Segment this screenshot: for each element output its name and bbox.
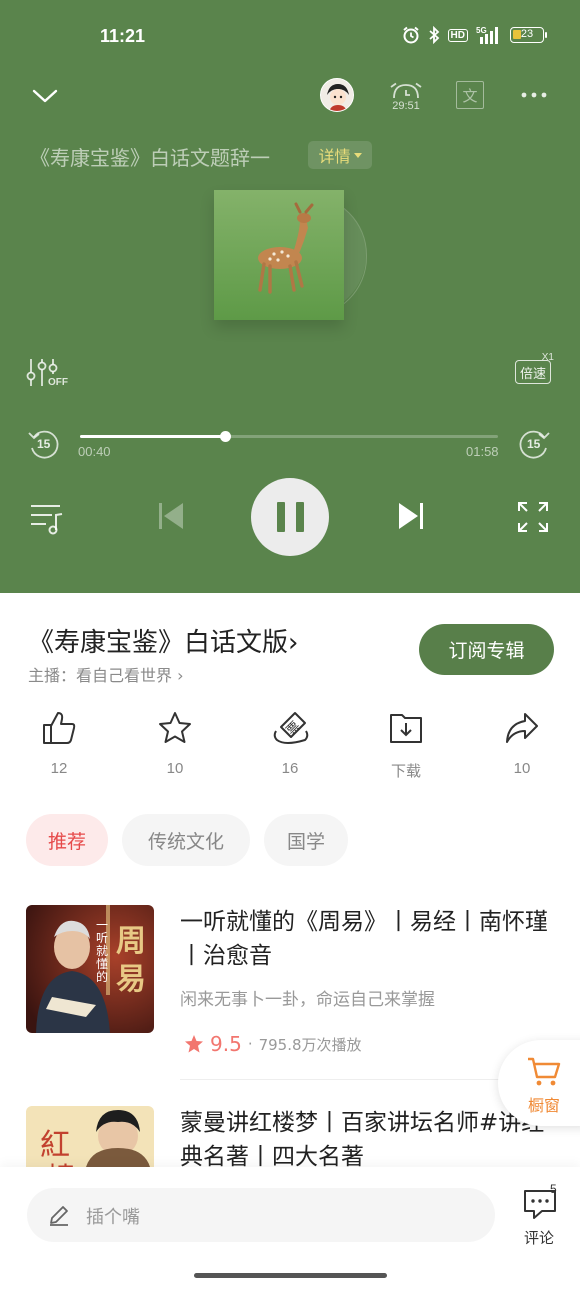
host-prefix: 主播： xyxy=(28,666,77,685)
cart-icon xyxy=(528,1057,561,1086)
rewind-seconds: 15 xyxy=(37,437,51,451)
thumbs-up-icon xyxy=(43,712,76,744)
progress-knob[interactable] xyxy=(219,431,231,442)
svg-text:5G: 5G xyxy=(476,26,487,35)
eq-off-label: OFF xyxy=(48,377,68,388)
comments-label: 评论 xyxy=(524,1229,555,1247)
battery-icon: 23 xyxy=(510,27,547,43)
more-button[interactable] xyxy=(518,84,550,106)
translate-icon: 文 xyxy=(462,86,478,105)
comment-input[interactable]: 插个嘴 xyxy=(27,1188,495,1242)
favorite-button[interactable]: 10 xyxy=(140,710,210,782)
item-plays: 795.8万次播放 xyxy=(258,1035,362,1054)
hd-badge: HD xyxy=(447,28,468,42)
deer-cover-image xyxy=(214,190,344,320)
cover-title: 周易 xyxy=(116,924,146,997)
download-label: 下载 xyxy=(390,763,421,780)
like-count: 12 xyxy=(50,760,68,777)
host-link[interactable]: 主播：看自己看世界 › xyxy=(28,662,184,686)
download-button[interactable]: 下载 xyxy=(371,710,441,782)
showcase-button[interactable]: 橱窗 xyxy=(498,1040,580,1126)
ticket-button[interactable]: 票 16 xyxy=(255,710,325,782)
share-button[interactable]: 10 xyxy=(487,710,557,782)
speed-button[interactable]: X1 倍速 xyxy=(514,352,554,386)
host-name: 看自己看世界 › xyxy=(76,666,184,685)
favorite-count: 10 xyxy=(166,760,184,777)
previous-button[interactable] xyxy=(156,500,186,532)
collapse-button[interactable] xyxy=(30,84,60,108)
tag-traditional-culture[interactable]: 传统文化 xyxy=(122,814,250,866)
expand-icon xyxy=(518,502,548,532)
bluetooth-icon xyxy=(428,26,439,44)
track-title: 《寿康宝鉴》白话文题辞一 xyxy=(30,146,270,170)
item-meta: 9.5 · 795.8万次播放 xyxy=(184,1032,362,1056)
item-score: 9.5 xyxy=(210,1032,242,1056)
playlist-button[interactable] xyxy=(28,500,66,536)
fullscreen-button[interactable] xyxy=(516,500,550,534)
forward-15-button[interactable]: 15 xyxy=(516,428,552,462)
sleep-timer-button[interactable]: 29:51 xyxy=(387,82,425,116)
star-filled-icon xyxy=(185,1035,203,1053)
cover-glyph-2: 樓 xyxy=(46,1154,76,1167)
star-icon xyxy=(159,712,191,743)
total-time: 01:58 xyxy=(466,444,499,459)
timer-remaining: 29:51 xyxy=(392,100,420,112)
item-subtitle: 闲来无事卜一卦，命运自己来掌握 xyxy=(180,990,435,1010)
comments-button[interactable]: 5 评论 xyxy=(519,1182,563,1248)
pause-icon-bar-left xyxy=(276,502,285,532)
comment-count: 5 xyxy=(550,1182,557,1196)
alarm-icon xyxy=(402,26,419,44)
tag-recommended[interactable]: 推荐 xyxy=(26,814,108,866)
translate-button[interactable]: 文 xyxy=(456,81,484,109)
item-cover: 紅 樓 xyxy=(26,1106,154,1167)
next-button[interactable] xyxy=(396,500,426,532)
progress-fill xyxy=(80,435,225,438)
meta-separator: · xyxy=(247,1035,253,1053)
skip-next-icon xyxy=(399,503,423,529)
comment-placeholder: 插个嘴 xyxy=(86,1207,140,1228)
tag-sinology[interactable]: 国学 xyxy=(264,814,348,866)
progress-bar[interactable] xyxy=(80,431,498,442)
status-time: 11:21 xyxy=(100,26,146,46)
details-label: 详情 xyxy=(318,147,351,166)
chevron-down-icon xyxy=(32,89,58,103)
share-count: 10 xyxy=(513,760,531,777)
caret-down-icon xyxy=(353,152,362,158)
status-icons: HD 5G 23 xyxy=(402,26,547,44)
album-title[interactable]: 《寿康宝鉴》白话文版› xyxy=(28,622,298,659)
more-icon xyxy=(521,92,547,98)
item-title: 蒙曼讲红楼梦丨百家讲坛名师#讲经典名著丨四大名著 xyxy=(180,1110,545,1167)
details-button[interactable]: 详情 xyxy=(308,141,372,169)
home-indicator[interactable] xyxy=(194,1273,387,1278)
item-cover: 一听就懂的 周易 xyxy=(26,905,154,1033)
current-time: 00:40 xyxy=(78,444,111,459)
host-avatar[interactable] xyxy=(320,78,354,112)
rewind-15-button[interactable]: 15 xyxy=(26,428,62,462)
avatar-illustration xyxy=(321,79,353,111)
status-bar: 11:21 HD 5G 23 xyxy=(0,0,580,75)
player-panel: 11:21 HD 5G 23 29:51 文 《寿康宝鉴》白话文题辞一 详情 O… xyxy=(0,0,580,593)
pause-icon-bar-right xyxy=(295,502,304,532)
like-button[interactable]: 12 xyxy=(24,710,94,782)
cover-caption: 一听就懂的 xyxy=(96,918,109,984)
pause-button[interactable] xyxy=(251,478,329,556)
comment-bar: 插个嘴 5 评论 xyxy=(0,1167,580,1289)
pencil-icon xyxy=(50,1206,68,1226)
speed-label: 倍速 xyxy=(515,360,551,384)
subscribe-button[interactable]: 订阅专辑 xyxy=(419,624,554,675)
showcase-label: 橱窗 xyxy=(528,1096,561,1115)
ticket-count: 16 xyxy=(281,760,299,777)
forward-seconds: 15 xyxy=(527,437,541,451)
signal-icon: 5G xyxy=(476,26,498,44)
album-cover[interactable] xyxy=(214,190,344,320)
equalizer-button[interactable]: OFF xyxy=(26,356,72,392)
download-icon xyxy=(390,714,422,743)
skip-previous-icon xyxy=(159,503,183,529)
item-title: 一听就懂的《周易》丨易经丨南怀瑾丨治愈音 xyxy=(180,909,548,969)
share-icon xyxy=(506,713,538,743)
playlist-icon xyxy=(31,505,63,535)
battery-level: 23 xyxy=(520,28,534,40)
alarm-clock-icon xyxy=(390,82,422,99)
